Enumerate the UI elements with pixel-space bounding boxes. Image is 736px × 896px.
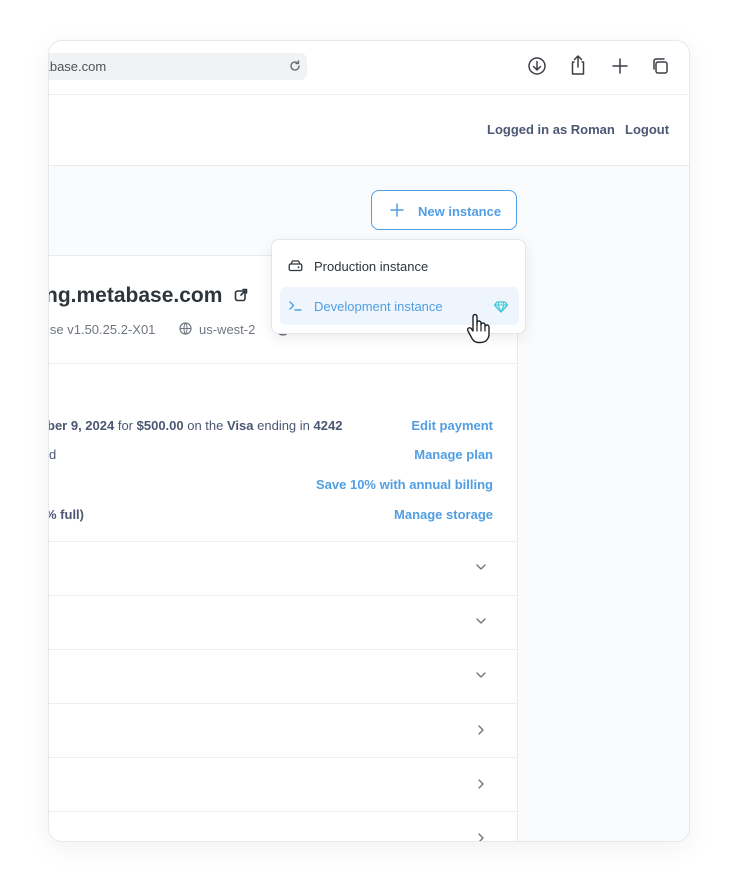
chevron-right-icon[interactable]	[474, 831, 488, 841]
browser-toolbar: tabase.com	[49, 41, 689, 95]
share-icon[interactable]	[568, 54, 588, 81]
plan-summary: d	[49, 447, 57, 462]
billing-card-last4: 4242	[313, 418, 343, 433]
server-icon	[288, 259, 303, 278]
divider	[49, 541, 517, 542]
reload-icon[interactable]	[287, 58, 303, 79]
app-header: Logged in as Roman Logout	[49, 95, 689, 166]
plus-icon	[390, 203, 404, 220]
address-bar[interactable]: tabase.com	[49, 53, 307, 80]
billing-amount: $500.00	[136, 418, 184, 433]
divider	[49, 811, 517, 812]
billing-on: on the	[183, 418, 227, 433]
manage-plan-link[interactable]: Manage plan	[414, 447, 493, 462]
chevron-down-icon[interactable]	[474, 614, 488, 633]
globe-icon	[179, 322, 192, 338]
instance-domain: ng.metabase.com	[48, 284, 248, 308]
instance-panel	[49, 255, 518, 841]
menu-item-production[interactable]: Production instance	[280, 247, 519, 285]
instance-region: us-west-2	[199, 322, 256, 337]
billing-card-brand: Visa	[227, 418, 254, 433]
menu-item-label: Production instance	[314, 259, 429, 274]
chevron-right-icon[interactable]	[474, 777, 488, 796]
logout-link[interactable]: Logout	[625, 122, 669, 137]
divider	[49, 757, 517, 758]
terminal-icon	[288, 299, 303, 318]
new-instance-button[interactable]: New instance	[371, 190, 517, 230]
billing-summary: ber 9, 2024 for $500.00 on the Visa endi…	[48, 418, 343, 433]
chevron-down-icon[interactable]	[474, 560, 488, 579]
tabs-icon[interactable]	[650, 56, 670, 81]
external-link-icon[interactable]	[234, 284, 248, 308]
new-tab-icon[interactable]	[610, 56, 630, 81]
divider	[49, 595, 517, 596]
instance-domain-text: ng.metabase.com	[48, 284, 223, 307]
manage-storage-link[interactable]: Manage storage	[394, 507, 493, 522]
annual-billing-link[interactable]: Save 10% with annual billing	[316, 477, 493, 492]
instance-version: ise v1.50.25.2-X01	[48, 322, 156, 337]
url-text: tabase.com	[49, 59, 107, 74]
hand-cursor-icon	[465, 312, 491, 349]
download-icon[interactable]	[527, 56, 547, 81]
logged-in-label: Logged in as Roman	[487, 122, 615, 137]
divider	[49, 363, 517, 364]
chevron-right-icon[interactable]	[474, 723, 488, 742]
chevron-down-icon[interactable]	[474, 668, 488, 687]
billing-for: for	[114, 418, 137, 433]
menu-item-label: Development instance	[314, 299, 443, 314]
new-instance-label: New instance	[418, 204, 502, 219]
divider	[49, 703, 517, 704]
gem-icon	[493, 300, 509, 318]
divider	[49, 649, 517, 650]
edit-payment-link[interactable]: Edit payment	[411, 418, 493, 433]
billing-ending: ending in	[253, 418, 314, 433]
storage-summary: % full)	[48, 507, 84, 522]
browser-window: tabase.com Logged in as Roman Logout New…	[48, 40, 690, 842]
billing-date: ber 9, 2024	[48, 418, 115, 433]
